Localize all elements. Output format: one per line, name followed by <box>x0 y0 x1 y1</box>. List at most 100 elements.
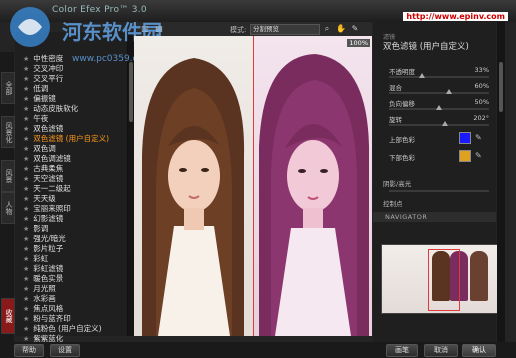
star-icon[interactable]: ★ <box>23 195 29 203</box>
slider-track[interactable] <box>389 124 489 126</box>
star-icon[interactable]: ★ <box>23 275 29 283</box>
filter-list-item[interactable]: ★ 动态皮肤软化 <box>23 104 78 114</box>
hand-icon[interactable]: ✋ <box>336 24 346 34</box>
star-icon[interactable]: ★ <box>23 245 29 253</box>
slider-handle[interactable] <box>419 73 425 78</box>
split-line[interactable] <box>253 36 254 336</box>
filter-list-item[interactable]: ★ 幻影滤镜 <box>23 214 63 224</box>
filter-list-item[interactable]: ★ 双色调 <box>23 144 56 154</box>
shadow-highlight-section[interactable]: 阴影/高光 <box>383 178 411 188</box>
navigator-thumbnail[interactable] <box>381 244 498 314</box>
slider-track[interactable] <box>389 76 489 78</box>
filter-list-item[interactable]: ★ 双色滤镜 (用户自定义) <box>23 134 109 144</box>
settings-scrollbar[interactable] <box>497 22 505 342</box>
filter-list-item[interactable]: ★ 双色调滤镜 <box>23 154 71 164</box>
slider-handle[interactable] <box>436 105 442 110</box>
filter-list-item[interactable]: ★ 中性密度 <box>23 54 63 64</box>
star-icon[interactable]: ★ <box>23 315 29 323</box>
star-icon[interactable]: ★ <box>23 285 29 293</box>
filter-list-item[interactable]: ★ 焦点风格 <box>23 304 63 314</box>
category-tab[interactable]: 风景 <box>1 160 15 192</box>
param-slider[interactable]: 旋转 202° <box>389 114 489 132</box>
star-icon[interactable]: ★ <box>23 125 29 133</box>
brush-button[interactable]: 画笔 <box>386 344 418 357</box>
star-icon[interactable]: ★ <box>23 75 29 83</box>
star-icon[interactable]: ★ <box>23 215 29 223</box>
star-icon[interactable]: ★ <box>23 295 29 303</box>
star-icon[interactable]: ★ <box>23 175 29 183</box>
slider-track[interactable] <box>389 92 489 94</box>
filter-list-item[interactable]: ★ 天天级 <box>23 194 56 204</box>
star-icon[interactable]: ★ <box>23 325 29 333</box>
filter-list-item[interactable]: ★ 影调 <box>23 224 48 234</box>
filter-list-item[interactable]: ★ 午夜 <box>23 114 48 124</box>
filter-list-item[interactable]: ★ 古典柔焦 <box>23 164 63 174</box>
filter-list-item[interactable]: ★ 交叉平行 <box>23 74 63 84</box>
watermark-logo-icon <box>10 7 50 47</box>
star-icon[interactable]: ★ <box>23 225 29 233</box>
filter-list-item[interactable]: ★ 影片粒子 <box>23 244 63 254</box>
filter-label: 午夜 <box>33 114 49 123</box>
filter-list-item[interactable]: ★ 低调 <box>23 84 48 94</box>
cancel-button[interactable]: 取消 <box>424 344 458 357</box>
slider-handle[interactable] <box>446 89 452 94</box>
filter-label: 中性密度 <box>33 54 64 63</box>
eyedropper-icon[interactable]: ✎ <box>475 133 482 142</box>
filter-list-item[interactable]: ★ 双色滤镜 <box>23 124 63 134</box>
filter-list-item[interactable]: ★ 彩虹 <box>23 254 48 264</box>
filter-list-item[interactable]: ★ 月光照 <box>23 284 56 294</box>
category-tab[interactable]: 风景化 <box>1 116 15 148</box>
star-icon[interactable]: ★ <box>23 65 29 73</box>
star-icon[interactable]: ★ <box>23 145 29 153</box>
filter-list-item[interactable]: ★ 宝丽来照印 <box>23 204 71 214</box>
star-icon[interactable]: ★ <box>23 55 29 63</box>
star-icon[interactable]: ★ <box>23 95 29 103</box>
star-icon[interactable]: ★ <box>23 115 29 123</box>
filter-list-item[interactable]: ★ 天空滤镜 <box>23 174 63 184</box>
navigator-view-frame[interactable] <box>428 249 460 311</box>
zoom-icon[interactable]: ⌕ <box>322 24 332 34</box>
filter-label: 动态皮肤软化 <box>33 104 79 113</box>
eyedropper-icon[interactable]: ✎ <box>350 24 360 34</box>
star-icon[interactable]: ★ <box>23 155 29 163</box>
top-color-swatch[interactable] <box>459 132 471 144</box>
star-icon[interactable]: ★ <box>23 165 29 173</box>
control-points-section[interactable]: 控制点 <box>383 198 403 208</box>
star-icon[interactable]: ★ <box>23 205 29 213</box>
star-icon[interactable]: ★ <box>23 85 29 93</box>
filter-list-item[interactable]: ★ 强光/暗光 <box>23 234 66 244</box>
star-icon[interactable]: ★ <box>23 305 29 313</box>
slider-handle[interactable] <box>442 121 448 126</box>
star-icon[interactable]: ★ <box>23 185 29 193</box>
filter-label: 交叉冲印 <box>33 64 64 73</box>
filter-label: 双色滤镜 <box>33 124 64 133</box>
star-icon[interactable]: ★ <box>23 265 29 273</box>
filter-list-item[interactable]: ★ 天一二级起 <box>23 184 71 194</box>
filter-list-item[interactable]: ★ 暖色实景 <box>23 274 63 284</box>
eyedropper-icon[interactable]: ✎ <box>475 151 482 160</box>
filter-list-item[interactable]: ★ 水彩画 <box>23 294 56 304</box>
ok-button[interactable]: 确认 <box>462 344 496 357</box>
filter-list-item[interactable]: ★ 交叉冲印 <box>23 64 63 74</box>
category-tab[interactable]: 人物 <box>1 192 15 224</box>
image-preview[interactable]: 100% <box>134 36 372 336</box>
navigator-header[interactable]: NAVIGATOR <box>373 212 496 222</box>
star-icon[interactable]: ★ <box>23 135 29 143</box>
category-tab[interactable]: 全部 <box>1 72 15 104</box>
category-tabs: 全部风景化风景 人物收藏 <box>0 52 15 347</box>
settings-button[interactable]: 设置 <box>50 344 80 357</box>
scrollbar-thumb[interactable] <box>129 62 133 122</box>
filter-list-item[interactable]: ★ 偏振镜 <box>23 94 56 104</box>
shadow-slider-track[interactable] <box>389 190 489 192</box>
bottom-color-swatch[interactable] <box>459 150 471 162</box>
star-icon[interactable]: ★ <box>23 235 29 243</box>
filter-list-item[interactable]: ★ 粉与蓝齐印 <box>23 314 71 324</box>
star-icon[interactable]: ★ <box>23 255 29 263</box>
category-tab[interactable]: 收藏 <box>1 298 15 334</box>
mode-dropdown[interactable]: 分割预览 <box>250 24 320 35</box>
filter-list-item[interactable]: ★ 彩虹滤镜 <box>23 264 63 274</box>
scrollbar-thumb[interactable] <box>499 62 503 112</box>
filter-list-item[interactable]: ★ 纯粉色 (用户自定义) <box>23 324 102 334</box>
star-icon[interactable]: ★ <box>23 105 29 113</box>
help-button[interactable]: 帮助 <box>14 344 44 357</box>
